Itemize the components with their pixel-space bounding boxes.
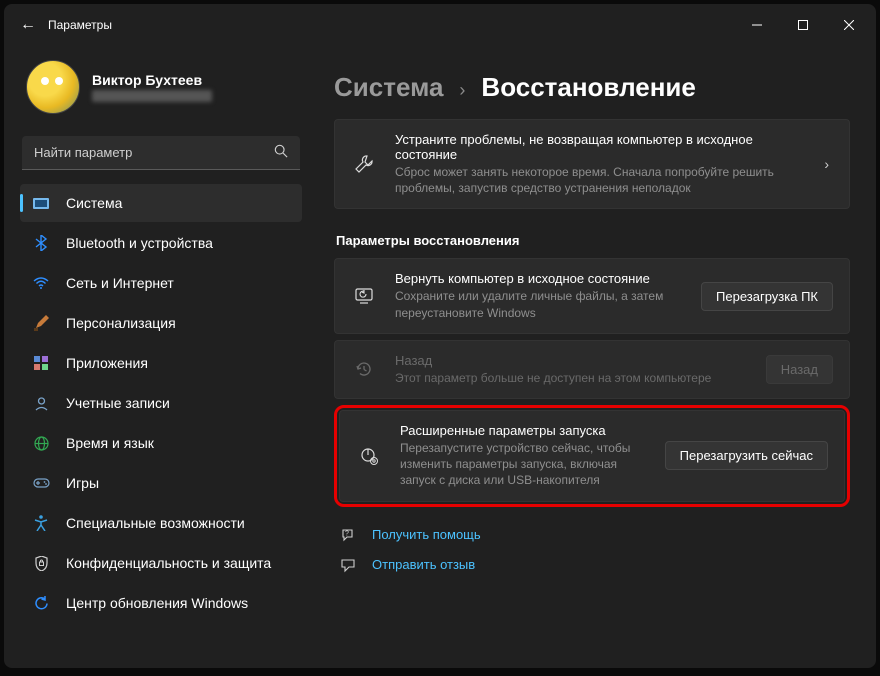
go-back-card: Назад Этот параметр больше не доступен н…: [334, 340, 850, 399]
nav-label: Центр обновления Windows: [66, 595, 248, 611]
card-desc: Сохраните или удалите личные файлы, а за…: [395, 288, 683, 320]
help-icon: ?: [338, 527, 358, 543]
link-label: Получить помощь: [372, 527, 481, 542]
nav-item-system[interactable]: Система: [20, 184, 302, 222]
sidebar: Виктор Бухтеев Система: [4, 46, 314, 668]
nav-item-time[interactable]: Время и язык: [20, 424, 302, 462]
highlight-annotation: Расширенные параметры запуска Перезапуст…: [334, 405, 850, 507]
card-desc: Сброс может занять некоторое время. Снач…: [395, 164, 802, 196]
nav-item-privacy[interactable]: Конфиденциальность и защита: [20, 544, 302, 582]
reset-pc-card: Вернуть компьютер в исходное состояние С…: [334, 258, 850, 333]
nav-label: Конфиденциальность и защита: [66, 555, 271, 571]
nav-item-personalization[interactable]: Персонализация: [20, 304, 302, 342]
nav-label: Bluetooth и устройства: [66, 235, 213, 251]
page-title: Восстановление: [481, 72, 695, 103]
card-title: Вернуть компьютер в исходное состояние: [395, 271, 683, 286]
troubleshoot-card[interactable]: Устраните проблемы, не возвращая компьют…: [334, 119, 850, 209]
profile-email: [92, 90, 212, 102]
section-title: Параметры восстановления: [336, 233, 850, 248]
breadcrumb-parent[interactable]: Система: [334, 72, 443, 103]
chevron-right-icon: ›: [459, 80, 465, 101]
wifi-icon: [32, 274, 50, 292]
restart-now-button[interactable]: Перезагрузить сейчас: [665, 441, 828, 470]
go-back-button: Назад: [766, 355, 833, 384]
wrench-icon: [351, 154, 377, 174]
get-help-link[interactable]: ? Получить помощь: [338, 527, 850, 543]
card-title: Назад: [395, 353, 748, 368]
accounts-icon: [32, 394, 50, 412]
nav-item-bluetooth[interactable]: Bluetooth и устройства: [20, 224, 302, 262]
titlebar: ← Параметры: [4, 4, 876, 46]
svg-text:?: ?: [345, 530, 349, 537]
nav-label: Учетные записи: [66, 395, 170, 411]
nav-item-network[interactable]: Сеть и Интернет: [20, 264, 302, 302]
settings-window: ← Параметры Виктор Бухтеев: [4, 4, 876, 668]
search-input[interactable]: [34, 145, 274, 160]
apps-icon: [32, 354, 50, 372]
window-title: Параметры: [48, 18, 112, 32]
profile-name: Виктор Бухтеев: [92, 72, 212, 88]
system-icon: [32, 194, 50, 212]
brush-icon: [32, 314, 50, 332]
nav-item-apps[interactable]: Приложения: [20, 344, 302, 382]
minimize-button[interactable]: [734, 9, 780, 41]
gamepad-icon: [32, 474, 50, 492]
nav-label: Игры: [66, 475, 99, 491]
nav-label: Персонализация: [66, 315, 176, 331]
card-title: Устраните проблемы, не возвращая компьют…: [395, 132, 802, 162]
footer-links: ? Получить помощь Отправить отзыв: [334, 527, 850, 573]
search-box[interactable]: [22, 136, 300, 170]
content-area: Система › Восстановление Устраните пробл…: [314, 46, 876, 668]
accessibility-icon: [32, 514, 50, 532]
back-button[interactable]: ←: [8, 16, 48, 34]
avatar: [26, 60, 80, 114]
nav-item-accounts[interactable]: Учетные записи: [20, 384, 302, 422]
chevron-right-icon: ›: [820, 156, 833, 172]
update-icon: [32, 594, 50, 612]
card-desc: Этот параметр больше не доступен на этом…: [395, 370, 748, 386]
nav-item-gaming[interactable]: Игры: [20, 464, 302, 502]
power-gear-icon: [356, 446, 382, 466]
search-icon: [274, 144, 288, 161]
profile-block[interactable]: Виктор Бухтеев: [20, 52, 302, 130]
breadcrumb: Система › Восстановление: [334, 72, 850, 103]
history-icon: [351, 359, 377, 379]
nav-label: Приложения: [66, 355, 148, 371]
nav-label: Специальные возможности: [66, 515, 245, 531]
globe-icon: [32, 434, 50, 452]
maximize-button[interactable]: [780, 9, 826, 41]
nav-label: Время и язык: [66, 435, 154, 451]
feedback-link[interactable]: Отправить отзыв: [338, 557, 850, 573]
card-title: Расширенные параметры запуска: [400, 423, 647, 438]
feedback-icon: [338, 557, 358, 573]
card-desc: Перезапустите устройство сейчас, чтобы и…: [400, 440, 647, 489]
reset-icon: [351, 287, 377, 305]
nav-list: Система Bluetooth и устройства Сеть и Ин…: [20, 184, 302, 622]
nav-label: Сеть и Интернет: [66, 275, 174, 291]
advanced-startup-card: Расширенные параметры запуска Перезапуст…: [339, 410, 845, 502]
nav-item-update[interactable]: Центр обновления Windows: [20, 584, 302, 622]
link-label: Отправить отзыв: [372, 557, 475, 572]
bluetooth-icon: [32, 234, 50, 252]
reset-pc-button[interactable]: Перезагрузка ПК: [701, 282, 833, 311]
shield-icon: [32, 554, 50, 572]
close-button[interactable]: [826, 9, 872, 41]
nav-label: Система: [66, 195, 122, 211]
nav-item-accessibility[interactable]: Специальные возможности: [20, 504, 302, 542]
